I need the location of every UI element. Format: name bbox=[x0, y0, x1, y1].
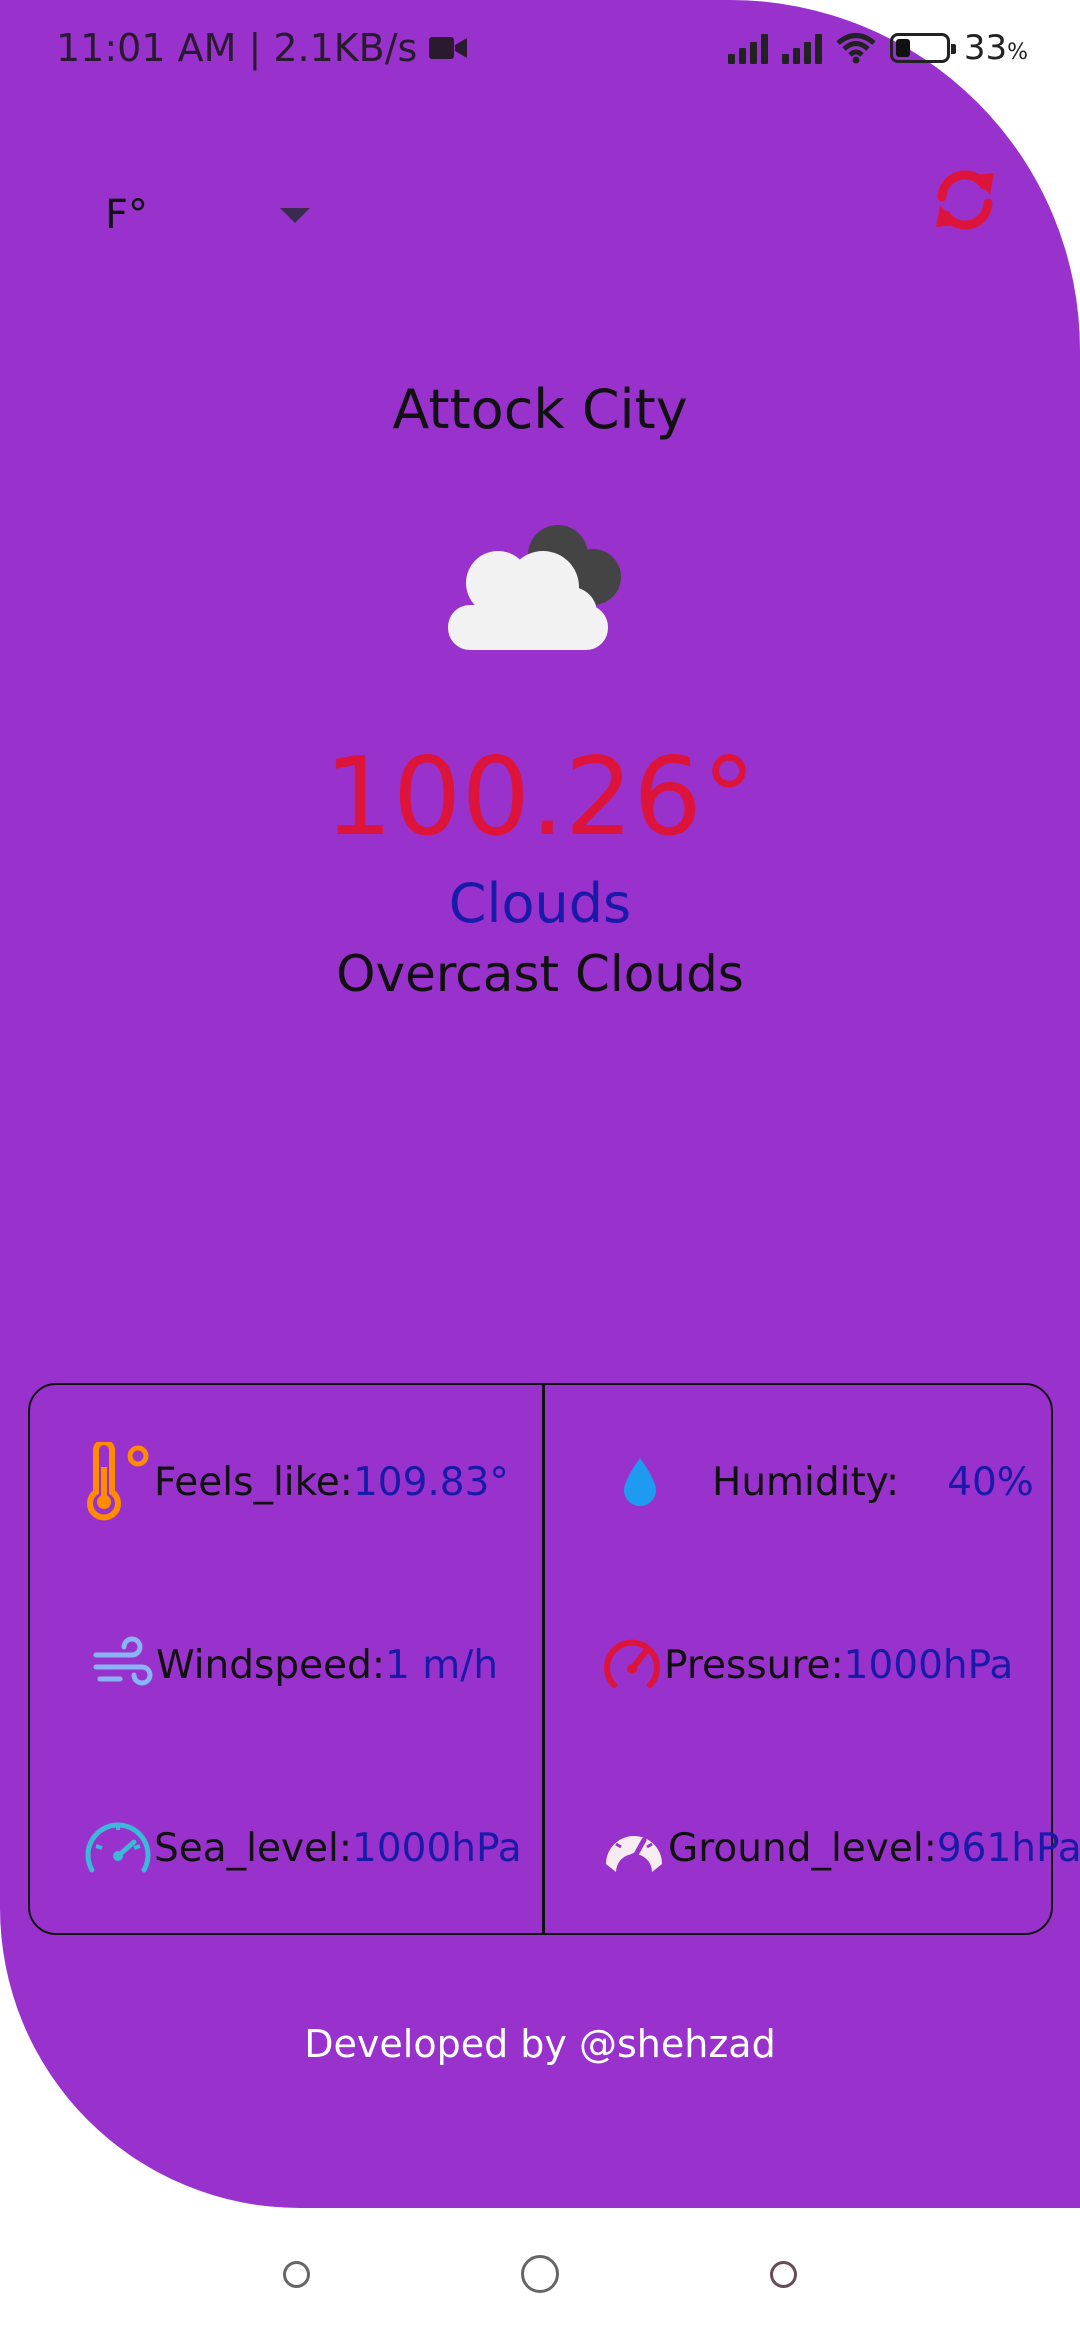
thermometer-icon bbox=[87, 1442, 149, 1521]
status-bar: 11:01 AM | 2.1KB/s 33% bbox=[0, 0, 1080, 100]
humidity-item: Humidity: 40% bbox=[610, 1442, 1034, 1522]
ground-level-label: Ground_level: bbox=[668, 1825, 937, 1871]
weather-main: Clouds bbox=[448, 872, 632, 935]
ground-level-item: Ground_level: 961hPa bbox=[600, 1808, 1080, 1888]
navigation-bar bbox=[0, 2208, 1080, 2340]
signal-icon bbox=[727, 32, 768, 64]
pressure-label: Pressure: bbox=[664, 1642, 844, 1688]
wifi-icon bbox=[836, 33, 876, 64]
pressure-item: Pressure: 1000hPa bbox=[600, 1625, 1013, 1705]
sea-level-value: 1000hPa bbox=[352, 1825, 522, 1871]
city-name: Attock City bbox=[392, 378, 688, 441]
dropdown-arrow-icon bbox=[280, 207, 310, 223]
speedometer-icon bbox=[85, 1822, 151, 1873]
signal-icon bbox=[781, 32, 822, 64]
temperature: 100.26° bbox=[324, 735, 756, 860]
battery-icon bbox=[889, 33, 956, 63]
overcast-clouds-icon bbox=[448, 525, 621, 650]
card-divider bbox=[542, 1385, 545, 1933]
nav-recent-button[interactable] bbox=[283, 2261, 310, 2288]
dashboard-gauge-icon bbox=[606, 1828, 662, 1872]
ground-level-value: 961hPa bbox=[936, 1825, 1080, 1871]
pressure-value: 1000hPa bbox=[843, 1642, 1014, 1688]
refresh-icon[interactable] bbox=[930, 165, 1000, 235]
wind-icon bbox=[93, 1636, 153, 1686]
humidity-value: 40% bbox=[947, 1459, 1034, 1505]
feels-like-value: 109.83° bbox=[352, 1459, 509, 1505]
windspeed-item: Windspeed: 1 m/h bbox=[92, 1625, 498, 1705]
status-time-speed: 11:01 AM | 2.1KB/s bbox=[56, 26, 418, 70]
sea-level-label: Sea_level: bbox=[154, 1825, 353, 1871]
video-camera-icon bbox=[429, 37, 468, 59]
nav-home-button[interactable] bbox=[521, 2255, 559, 2293]
feels-like-label: Feels_like: bbox=[154, 1459, 353, 1505]
battery-percentage: 33% bbox=[963, 28, 1028, 68]
developer-credit: Developed by @shehzad bbox=[304, 2022, 776, 2066]
unit-dropdown-value: F° bbox=[105, 192, 149, 238]
humidity-label: Humidity: bbox=[712, 1459, 900, 1505]
windspeed-label: Windspeed: bbox=[156, 1642, 385, 1688]
weather-description: Overcast Clouds bbox=[336, 945, 744, 1003]
unit-dropdown[interactable]: F° bbox=[105, 185, 310, 245]
pressure-gauge-icon bbox=[604, 1639, 660, 1688]
water-drop-icon bbox=[624, 1458, 656, 1506]
feels-like-item: Feels_like: 109.83° bbox=[82, 1442, 509, 1522]
nav-back-button[interactable] bbox=[770, 2261, 797, 2288]
weather-details-card: Feels_like: 109.83° Humidity: 40% Windsp… bbox=[28, 1383, 1080, 1935]
sea-level-item: Sea_level: 1000hPa bbox=[82, 1808, 522, 1888]
windspeed-value: 1 m/h bbox=[384, 1642, 499, 1688]
